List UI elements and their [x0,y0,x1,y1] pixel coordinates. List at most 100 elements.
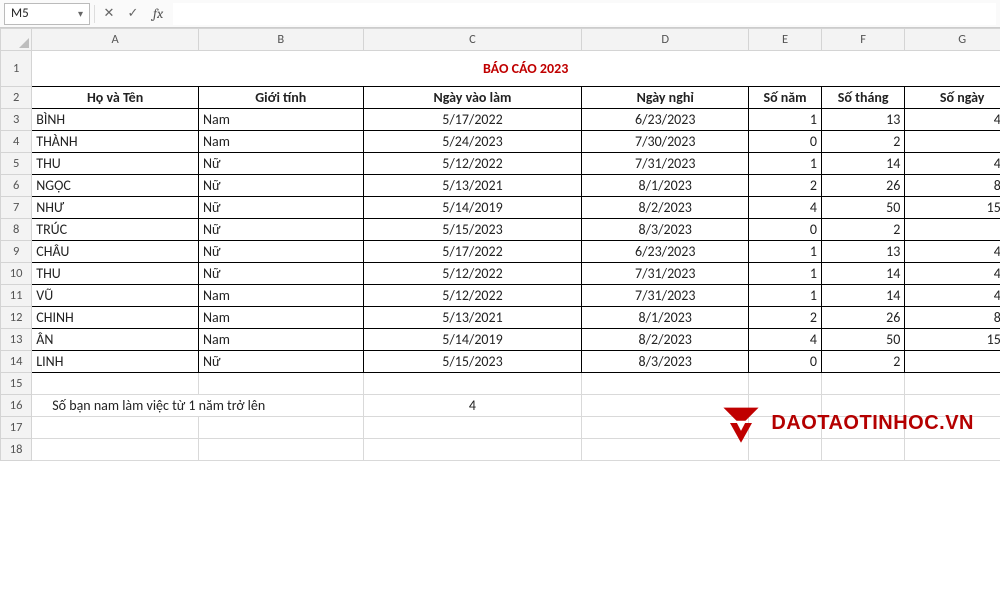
empty-cell[interactable] [821,417,904,439]
empty-cell[interactable] [749,417,822,439]
cell-days[interactable]: 80 [905,351,1000,373]
header-gender[interactable]: Giới tính [198,87,363,109]
cell-gender[interactable]: Nữ [198,351,363,373]
row-header[interactable]: 15 [1,373,32,395]
header-months[interactable]: Số tháng [821,87,904,109]
check-icon[interactable]: ✓ [123,3,143,25]
col-header[interactable]: D [582,29,749,51]
cell-years[interactable]: 1 [749,153,822,175]
cell-months[interactable]: 14 [821,153,904,175]
row-header[interactable]: 1 [1,51,32,87]
cell-months[interactable]: 13 [821,109,904,131]
cell-years[interactable]: 2 [749,175,822,197]
cell-end[interactable]: 7/31/2023 [582,263,749,285]
row-header[interactable]: 14 [1,351,32,373]
cell-years[interactable]: 4 [749,329,822,351]
empty-cell[interactable] [582,439,749,461]
cell-end[interactable]: 8/3/2023 [582,351,749,373]
cancel-icon[interactable]: ✕ [99,3,119,25]
row-header[interactable]: 17 [1,417,32,439]
empty-cell[interactable] [363,439,582,461]
cell-days[interactable]: 402 [905,109,1000,131]
cell-days[interactable]: 67 [905,131,1000,153]
header-years[interactable]: Số năm [749,87,822,109]
cell-start[interactable]: 5/13/2021 [363,307,582,329]
cell-years[interactable]: 1 [749,285,822,307]
row-header[interactable]: 18 [1,439,32,461]
cell-name[interactable]: NHƯ [32,197,199,219]
cell-end[interactable]: 7/31/2023 [582,285,749,307]
cell-days[interactable]: 810 [905,307,1000,329]
empty-cell[interactable] [198,439,363,461]
empty-cell[interactable] [32,373,199,395]
col-header[interactable]: G [905,29,1000,51]
cell-gender[interactable]: Nữ [198,153,363,175]
col-header[interactable]: C [363,29,582,51]
cell-gender[interactable]: Nam [198,109,363,131]
cell-months[interactable]: 26 [821,175,904,197]
cell-name[interactable]: ÂN [32,329,199,351]
empty-cell[interactable] [363,373,582,395]
empty-cell[interactable] [363,417,582,439]
cell-months[interactable]: 14 [821,263,904,285]
col-header[interactable]: F [821,29,904,51]
cell-start[interactable]: 5/15/2023 [363,351,582,373]
cell-name[interactable]: THU [32,263,199,285]
cell-gender[interactable]: Nữ [198,197,363,219]
formula-input[interactable] [173,3,996,25]
cell-days[interactable]: 80 [905,219,1000,241]
cell-months[interactable]: 2 [821,351,904,373]
cell-days[interactable]: 810 [905,175,1000,197]
fx-icon[interactable]: fx [147,5,169,22]
row-header[interactable]: 6 [1,175,32,197]
cell-days[interactable]: 1541 [905,329,1000,351]
cell-name[interactable]: THÀNH [32,131,199,153]
empty-cell[interactable] [198,373,363,395]
cell-end[interactable]: 7/30/2023 [582,131,749,153]
empty-cell[interactable] [905,439,1000,461]
report-title[interactable]: BÁO CÁO 2023 [32,51,1000,87]
empty-cell[interactable] [582,395,749,417]
row-header[interactable]: 16 [1,395,32,417]
cell-name[interactable]: THU [32,153,199,175]
cell-years[interactable]: 1 [749,263,822,285]
empty-cell[interactable] [582,373,749,395]
cell-start[interactable]: 5/13/2021 [363,175,582,197]
cell-end[interactable]: 7/31/2023 [582,153,749,175]
cell-end[interactable]: 8/1/2023 [582,307,749,329]
header-name[interactable]: Họ và Tên [32,87,199,109]
cell-start[interactable]: 5/15/2023 [363,219,582,241]
cell-months[interactable]: 13 [821,241,904,263]
cell-start[interactable]: 5/14/2019 [363,329,582,351]
cell-end[interactable]: 8/2/2023 [582,329,749,351]
cell-gender[interactable]: Nữ [198,175,363,197]
row-header[interactable]: 4 [1,131,32,153]
cell-months[interactable]: 2 [821,219,904,241]
row-header[interactable]: 12 [1,307,32,329]
name-box[interactable]: M5 ▾ [4,3,90,25]
empty-cell[interactable] [821,395,904,417]
empty-cell[interactable] [749,395,822,417]
cell-end[interactable]: 8/1/2023 [582,175,749,197]
row-header[interactable]: 10 [1,263,32,285]
select-all-corner[interactable] [1,29,32,51]
row-header[interactable]: 13 [1,329,32,351]
cell-end[interactable]: 6/23/2023 [582,109,749,131]
empty-cell[interactable] [582,417,749,439]
cell-start[interactable]: 5/12/2022 [363,263,582,285]
cell-start[interactable]: 5/24/2023 [363,131,582,153]
cell-years[interactable]: 1 [749,109,822,131]
cell-years[interactable]: 4 [749,197,822,219]
cell-years[interactable]: 2 [749,307,822,329]
cell-days[interactable]: 445 [905,153,1000,175]
cell-name[interactable]: NGỌC [32,175,199,197]
cell-start[interactable]: 5/12/2022 [363,285,582,307]
cell-gender[interactable]: Nam [198,285,363,307]
empty-cell[interactable] [821,439,904,461]
spreadsheet-grid[interactable]: A B C D E F G 1 BÁO CÁO 2023 2 Họ và Tên… [0,28,1000,461]
row-header[interactable]: 8 [1,219,32,241]
cell-end[interactable]: 8/3/2023 [582,219,749,241]
cell-years[interactable]: 0 [749,351,822,373]
empty-cell[interactable] [32,439,199,461]
row-header[interactable]: 7 [1,197,32,219]
